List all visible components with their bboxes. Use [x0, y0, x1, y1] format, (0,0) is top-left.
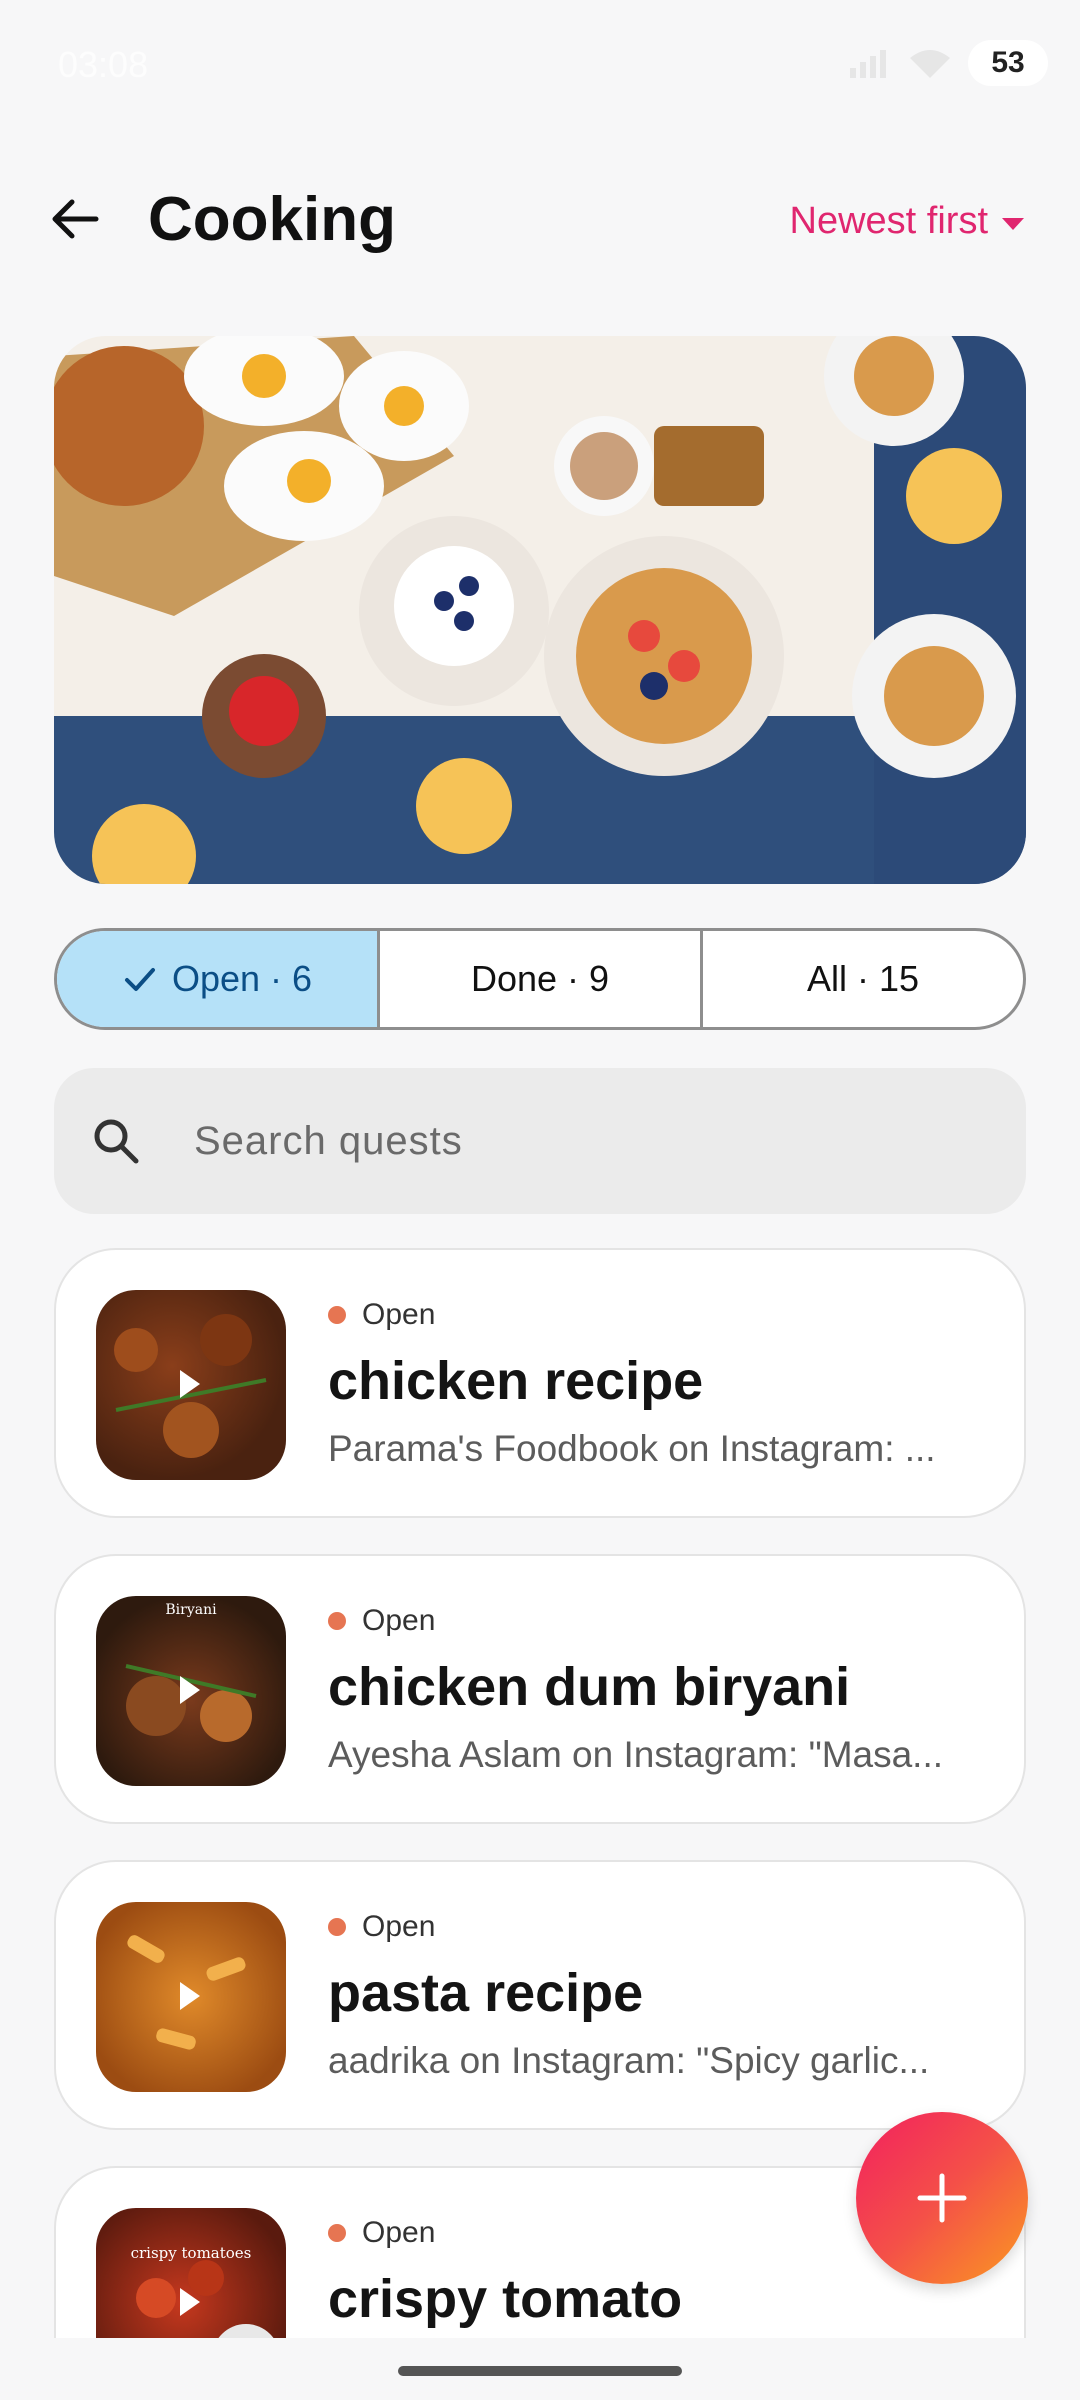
status-badge: Open: [328, 2216, 435, 2250]
caret-down-icon: [1002, 217, 1024, 230]
thumbnail: crispy tomatoes: [96, 2208, 286, 2338]
filter-done[interactable]: Done · 9: [377, 931, 700, 1027]
item-title: pasta recipe: [328, 1963, 644, 2023]
status-text: Open: [362, 1298, 436, 1331]
thumb-overlay-text: crispy tomatoes: [131, 2244, 252, 2262]
status-time: 03:08: [58, 44, 149, 85]
filter-open[interactable]: Open · 6: [57, 931, 377, 1027]
arrow-left-icon[interactable]: [46, 190, 104, 248]
list-item[interactable]: Open pasta recipe aadrika on Instagram: …: [54, 1860, 1026, 2130]
item-title: crispy tomato: [328, 2269, 683, 2329]
status-dot: [328, 2224, 346, 2242]
check-icon: [124, 968, 155, 991]
status-bar: 03:08 53: [0, 0, 1080, 136]
wifi-icon: [910, 50, 950, 78]
page-title: Cooking: [148, 185, 396, 254]
item-subtitle: Ayesha Aslam on Instagram: "Masa...: [328, 1734, 944, 1775]
home-indicator[interactable]: [398, 2366, 682, 2376]
hero-image: [54, 336, 1026, 884]
sort-label: Newest first: [789, 200, 988, 242]
play-icon: [180, 1676, 200, 1704]
item-title: chicken dum biryani: [328, 1657, 851, 1717]
status-text: Open: [362, 2216, 436, 2249]
item-title: chicken recipe: [328, 1351, 704, 1411]
play-icon: [180, 1370, 200, 1398]
status-text: Open: [362, 1604, 436, 1637]
search-input[interactable]: Search quests: [54, 1068, 1026, 1214]
status-filter: Open · 6 Done · 9 All · 15: [54, 928, 1026, 1030]
status-dot: [328, 1612, 346, 1630]
status-badge: Open: [328, 1298, 435, 1332]
status-icons: 53: [848, 40, 1048, 86]
status-dot: [328, 1306, 346, 1324]
status-text: Open: [362, 1910, 436, 1943]
plus-icon: [917, 2173, 967, 2223]
search-placeholder: Search quests: [194, 1118, 463, 1163]
play-icon: [180, 1982, 200, 2010]
filter-all[interactable]: All · 15: [700, 931, 1023, 1027]
status-badge: Open: [328, 1604, 435, 1638]
status-dot: [328, 1918, 346, 1936]
play-icon: [180, 2288, 200, 2316]
filter-open-label: Open · 6: [171, 958, 313, 999]
filter-all-label: All · 15: [806, 958, 920, 999]
thumbnail: Biryani: [96, 1596, 286, 1786]
top-app-bar: Cooking Newest first: [0, 150, 1080, 290]
search-icon: [94, 1119, 139, 1164]
item-subtitle: aadrika on Instagram: "Spicy garlic...: [328, 2040, 930, 2081]
sort-dropdown[interactable]: Newest first: [790, 200, 1024, 243]
status-badge: Open: [328, 1910, 435, 1944]
thumbnail: [96, 1290, 286, 1480]
battery-indicator: 53: [968, 40, 1048, 86]
list-item[interactable]: Biryani Open chicken dum biryani Ayesha …: [54, 1554, 1026, 1824]
item-subtitle: Parama's Foodbook on Instagram: ...: [328, 1428, 936, 1469]
add-quest-button[interactable]: [856, 2112, 1028, 2284]
thumbnail: [96, 1902, 286, 2092]
thumb-overlay-text: Biryani: [165, 1602, 217, 1618]
list-item[interactable]: Open chicken recipe Parama's Foodbook on…: [54, 1248, 1026, 1518]
signal-icon: [850, 50, 886, 78]
filter-done-label: Done · 9: [470, 958, 610, 999]
